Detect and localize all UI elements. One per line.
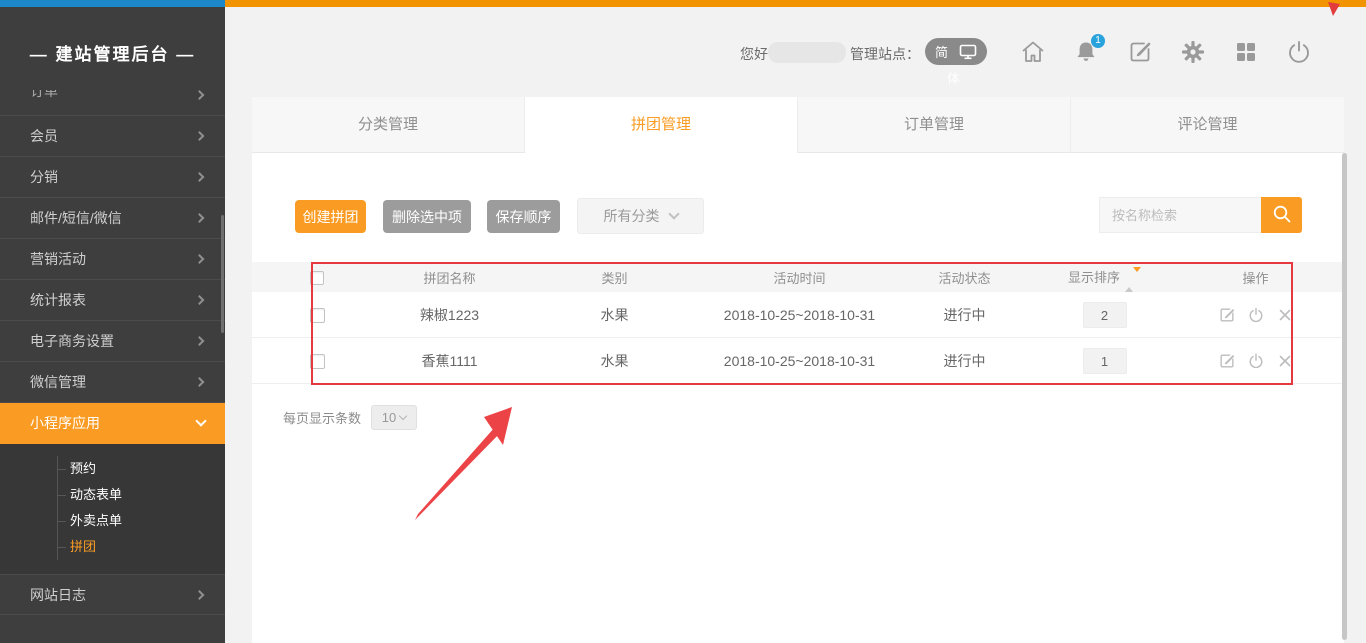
app-title: — 建站管理后台 —	[0, 40, 225, 65]
language-toggle[interactable]: 简	[925, 38, 987, 65]
search-icon	[1271, 213, 1293, 228]
category-filter-dropdown[interactable]: 所有分类	[577, 198, 704, 234]
logout-power-icon[interactable]	[1285, 38, 1313, 66]
row-name: 香蕉1111	[382, 351, 517, 371]
sidebar-scrollbar-thumb[interactable]	[221, 215, 224, 333]
chevron-right-icon	[195, 590, 205, 600]
delete-x-icon[interactable]	[1276, 306, 1294, 324]
home-icon[interactable]	[1019, 38, 1047, 66]
row-status: 进行中	[887, 351, 1042, 371]
chevron-down-icon	[195, 416, 206, 427]
row-name: 辣椒1223	[382, 305, 517, 325]
chevron-down-icon	[668, 208, 679, 219]
sidebar-item-wechat-management[interactable]: 微信管理	[0, 362, 225, 403]
row-category: 水果	[517, 351, 712, 371]
chevron-right-icon	[195, 295, 205, 305]
chevron-right-icon	[195, 254, 205, 264]
sidebar-subitem-dynamic-forms[interactable]: 动态表单	[58, 482, 225, 508]
language-label: 简	[935, 42, 948, 61]
delete-selected-button[interactable]: 删除选中项	[383, 200, 471, 233]
chevron-down-icon	[399, 412, 407, 420]
vertical-scrollbar-thumb[interactable]	[1342, 153, 1347, 640]
edit-icon[interactable]	[1218, 352, 1236, 370]
sidebar-item-mail-sms-wechat[interactable]: 邮件/短信/微信	[0, 198, 225, 239]
sidebar-item-members[interactable]: 会员	[0, 116, 225, 157]
disable-power-icon[interactable]	[1247, 306, 1265, 324]
topbar-orange-segment	[225, 0, 1366, 7]
table-row: 辣椒1223 水果 2018-10-25~2018-10-31 进行中 2	[252, 292, 1344, 338]
sidebar-subitem-groupbuy[interactable]: 拼团	[58, 534, 225, 560]
sidebar-item-marketing[interactable]: 营销活动	[0, 239, 225, 280]
row-status: 进行中	[887, 305, 1042, 325]
topbar-blue-segment	[0, 0, 225, 7]
chevron-right-icon	[195, 131, 205, 141]
col-header-status: 活动状态	[887, 268, 1042, 287]
chevron-right-icon	[195, 377, 205, 387]
create-groupbuy-button[interactable]: 创建拼团	[295, 200, 366, 233]
tab-bar: 分类管理 拼团管理 订单管理 评论管理	[252, 97, 1344, 153]
compose-edit-icon[interactable]	[1126, 38, 1154, 66]
notification-badge: 1	[1091, 34, 1105, 48]
row-checkbox[interactable]	[310, 308, 325, 323]
page-size-dropdown[interactable]: 10	[371, 405, 417, 430]
groupbuy-table: 拼团名称 类别 活动时间 活动状态 显示排序 操作 辣椒1223 水果 2018…	[252, 262, 1344, 384]
sort-asc-icon[interactable]	[1125, 272, 1133, 292]
sidebar-item-distribution[interactable]: 分销	[0, 157, 225, 198]
table-row: 香蕉1111 水果 2018-10-25~2018-10-31 进行中 1	[252, 338, 1344, 384]
notifications-bell-icon[interactable]: 1	[1072, 38, 1100, 66]
col-header-category: 类别	[517, 268, 712, 287]
content-card: 分类管理 拼团管理 订单管理 评论管理 创建拼团 删除选中项 保存顺序 所有分类…	[252, 97, 1344, 643]
select-all-checkbox[interactable]	[310, 271, 324, 285]
sidebar-subitem-booking[interactable]: 预约	[58, 456, 225, 482]
row-order-input[interactable]: 2	[1083, 302, 1127, 328]
site-label: 管理站点：	[850, 44, 920, 64]
chevron-right-icon	[195, 213, 205, 223]
sidebar-item-statistics[interactable]: 统计报表	[0, 280, 225, 321]
tab-category-management[interactable]: 分类管理	[252, 97, 525, 153]
col-header-sort: 显示排序	[1068, 270, 1120, 285]
chevron-right-icon	[195, 172, 205, 182]
row-time: 2018-10-25~2018-10-31	[712, 353, 887, 369]
col-header-name: 拼团名称	[382, 268, 517, 287]
sidebar-item-ecommerce-settings[interactable]: 电子商务设置	[0, 321, 225, 362]
sidebar-item-site-logs[interactable]: 网站日志	[0, 574, 225, 615]
sort-toggle[interactable]	[1125, 272, 1141, 287]
row-checkbox[interactable]	[310, 354, 325, 369]
edit-icon[interactable]	[1218, 306, 1236, 324]
save-order-button[interactable]: 保存顺序	[487, 200, 560, 233]
pagination: 每页显示条数 10	[283, 405, 417, 430]
disable-power-icon[interactable]	[1247, 352, 1265, 370]
sidebar: — 建站管理后台 — 订单 会员 分销 邮件/短信/微信 营销活动 统计报表 电…	[0, 7, 225, 643]
page-size-value: 10	[382, 410, 396, 425]
row-time: 2018-10-25~2018-10-31	[712, 307, 887, 323]
sidebar-submenu: 预约 动态表单 外卖点单 拼团	[0, 444, 225, 574]
monitor-icon	[959, 44, 977, 60]
delete-x-icon[interactable]	[1276, 352, 1294, 370]
sidebar-menu: 订单 会员 分销 邮件/短信/微信 营销活动 统计报表 电子商务设置 微信管理	[0, 90, 225, 615]
row-order-input[interactable]: 1	[1083, 348, 1127, 374]
tab-comment-management[interactable]: 评论管理	[1071, 97, 1344, 153]
search-button[interactable]	[1261, 197, 1302, 233]
tab-groupbuy-management[interactable]: 拼团管理	[525, 97, 798, 153]
page-size-label: 每页显示条数	[283, 408, 361, 427]
tab-order-management[interactable]: 订单管理	[798, 97, 1071, 153]
search-input[interactable]	[1099, 197, 1261, 233]
chevron-right-icon	[195, 336, 205, 346]
apps-grid-icon[interactable]	[1232, 38, 1260, 66]
settings-gear-icon[interactable]	[1179, 38, 1207, 66]
language-wrap-char: 体	[947, 68, 960, 87]
sidebar-subitem-takeout[interactable]: 外卖点单	[58, 508, 225, 534]
sort-desc-icon[interactable]	[1133, 267, 1141, 287]
sidebar-item-miniprogram-apps[interactable]: 小程序应用	[0, 403, 225, 444]
table-header-row: 拼团名称 类别 活动时间 活动状态 显示排序 操作	[252, 262, 1344, 292]
col-header-actions: 操作	[1167, 268, 1344, 287]
category-filter-label: 所有分类	[604, 206, 660, 226]
redacted-username	[768, 42, 846, 63]
row-category: 水果	[517, 305, 712, 325]
sidebar-item-orders-clipped[interactable]: 订单	[0, 90, 225, 116]
col-header-time: 活动时间	[712, 268, 887, 287]
greeting-text: 您好	[740, 44, 768, 64]
